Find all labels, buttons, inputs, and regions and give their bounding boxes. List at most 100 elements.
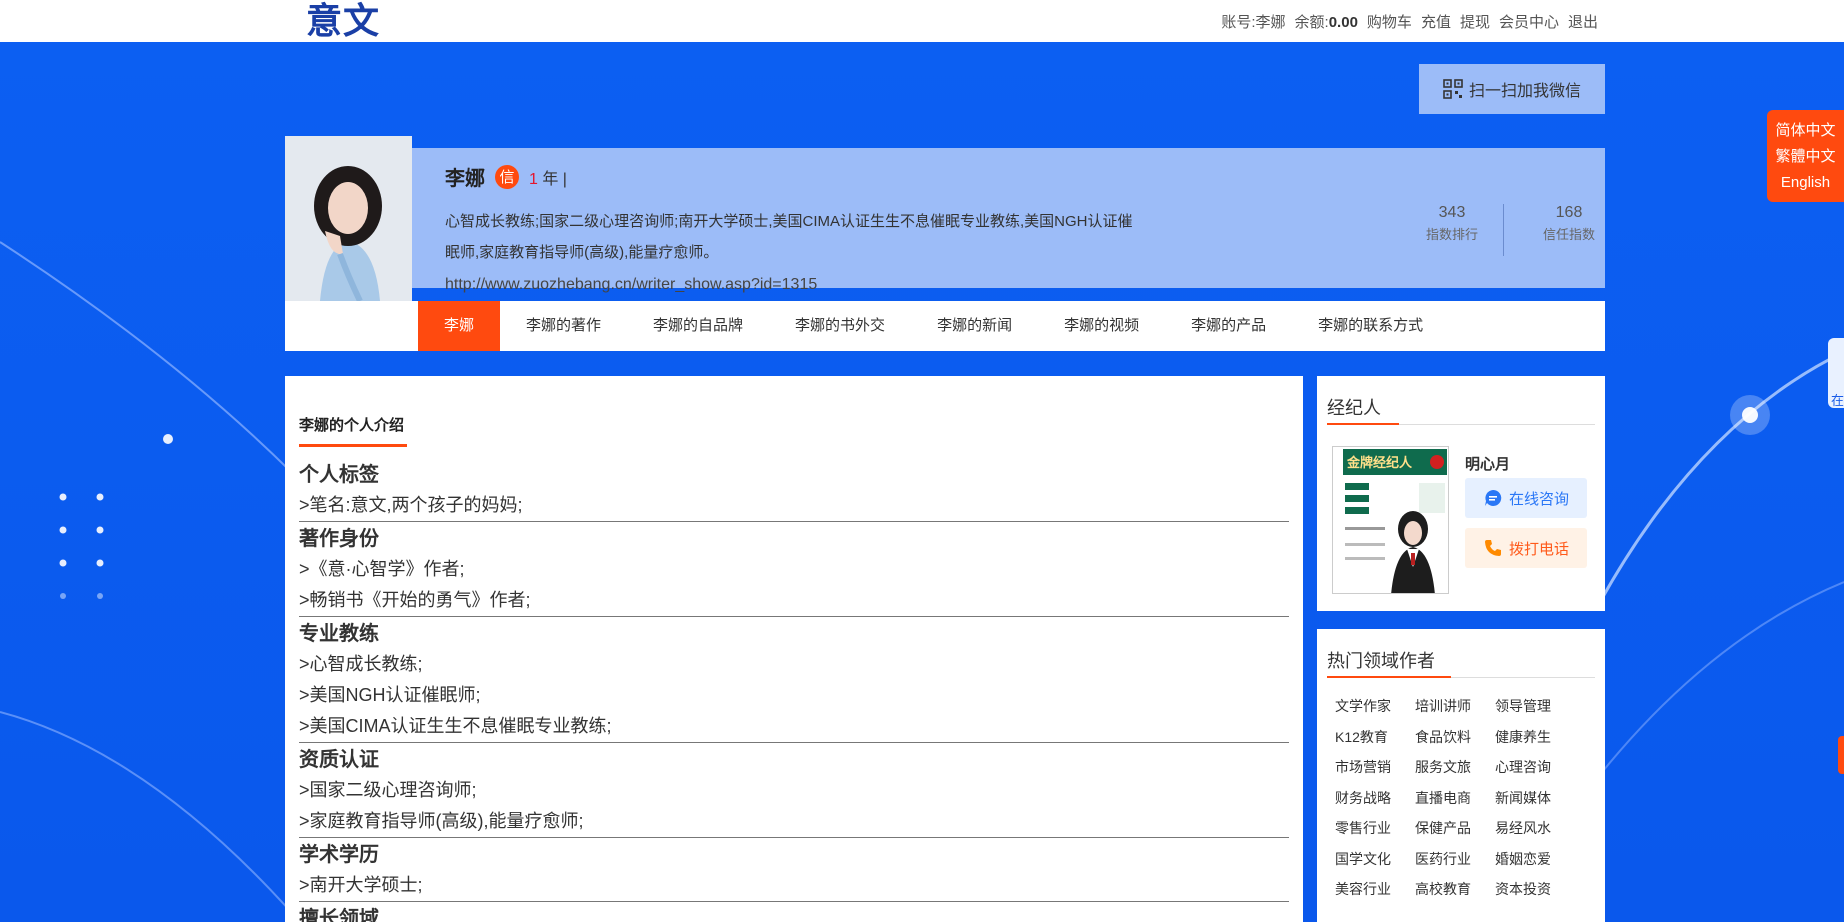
book-title-text: 金牌经纪人	[1346, 455, 1413, 471]
stat-label: 信任指数	[1542, 227, 1595, 242]
field-tag[interactable]: 直播电商	[1415, 783, 1495, 814]
top-header: 意文 账号:李娜 余额:0.00 购物车 充值 提现 会员中心 退出	[0, 0, 1844, 42]
agent-book-cover[interactable]: 金牌经纪人	[1332, 446, 1449, 594]
intro-group: 资质认证 >国家二级心理咨询师; >家庭教育指导师(高级),能量疗愈师;	[299, 745, 1289, 838]
field-tag[interactable]: 美容行业	[1335, 874, 1415, 905]
main-content: 李娜的个人介绍 个人标签 >笔名:意文,两个孩子的妈妈; 著作身份 >《意·心智…	[285, 376, 1303, 922]
trust-badge: 信	[495, 164, 519, 189]
lang-simplified[interactable]: 简体中文	[1767, 118, 1844, 144]
qr-code-icon	[1443, 79, 1463, 99]
member-center-link[interactable]: 会员中心	[1499, 11, 1559, 32]
cart-link[interactable]: 购物车	[1367, 11, 1412, 32]
intro-group: 个人标签 >笔名:意文,两个孩子的妈妈;	[299, 460, 1289, 522]
wechat-scan-button[interactable]: 扫一扫加我微信	[1419, 64, 1605, 114]
agent-card: 经纪人 金牌经纪人 明心月 在线咨询 拨打电话	[1317, 376, 1605, 611]
author-name-row: 李娜 信 1 年 |	[445, 162, 567, 191]
field-tag[interactable]: 高校教育	[1415, 874, 1495, 905]
section-title-underline	[299, 444, 407, 447]
stat-value: 343	[1438, 204, 1466, 221]
stat-label: 指数排行	[1425, 227, 1478, 242]
group-item: >家庭教育指导师(高级),能量疗愈师;	[299, 811, 584, 831]
tab-products[interactable]: 李娜的产品	[1165, 301, 1292, 351]
stat-trust-index: 168 信任指数	[1524, 202, 1614, 246]
phone-icon	[1484, 540, 1501, 556]
account-label: 账号:李娜	[1221, 13, 1286, 31]
consult-label: 在线咨询	[1508, 490, 1569, 508]
intro-group: 学术学历 >南开大学硕士;	[299, 840, 1289, 902]
card-title-underline	[1327, 423, 1399, 425]
intro-group: 专业教练 >心智成长教练; >美国NGH认证催眠师; >美国CIMA认证生生不息…	[299, 619, 1289, 743]
author-profile-url[interactable]: http://www.zuozhebang.cn/writer_show.asp…	[445, 276, 817, 294]
tab-news[interactable]: 李娜的新闻	[911, 301, 1038, 351]
author-name: 李娜	[445, 168, 485, 190]
recharge-link[interactable]: 充值	[1421, 11, 1451, 32]
field-tag[interactable]: 零售行业	[1335, 813, 1415, 844]
field-tag[interactable]: 心理咨询	[1495, 752, 1575, 783]
field-tag[interactable]: 领导管理	[1495, 691, 1575, 722]
author-description: 心智成长教练;国家二级心理咨询师;南开大学硕士,美国CIMA认证生生不息催眠专业…	[445, 213, 1133, 261]
group-heading: 学术学历	[299, 844, 379, 866]
author-portrait	[285, 136, 412, 301]
group-item: >美国CIMA认证生生不息催眠专业教练;	[299, 716, 612, 736]
group-heading: 专业教练	[299, 623, 379, 645]
tab-home[interactable]: 李娜	[418, 301, 501, 351]
field-tag[interactable]: 文学作家	[1335, 691, 1415, 722]
stat-divider	[1503, 204, 1504, 256]
card-title: 热门领域作者	[1327, 651, 1435, 671]
group-item: >国家二级心理咨询师;	[299, 780, 477, 800]
card-title-underline	[1327, 676, 1451, 678]
field-tag[interactable]: 医药行业	[1415, 844, 1495, 875]
lang-traditional[interactable]: 繁體中文	[1767, 144, 1844, 170]
author-avatar	[285, 136, 412, 301]
call-label: 拨打电话	[1508, 540, 1569, 558]
membership-years: 1 年 |	[529, 170, 567, 188]
intro-list: 个人标签 >笔名:意文,两个孩子的妈妈; 著作身份 >《意·心智学》作者; >畅…	[299, 460, 1289, 922]
field-tag[interactable]: 国学文化	[1335, 844, 1415, 875]
field-tag[interactable]: 保健产品	[1415, 813, 1495, 844]
side-float-marker[interactable]	[1838, 736, 1844, 774]
site-logo[interactable]: 意文	[306, 0, 380, 42]
intro-group: 擅长领域	[299, 904, 1289, 922]
group-item: >《意·心智学》作者;	[299, 559, 465, 579]
section-title: 李娜的个人介绍	[299, 417, 405, 434]
hot-authors-card: 热门领域作者 文学作家 培训讲师 领导管理 K12教育 食品饮料 健康养生 市场…	[1317, 629, 1605, 922]
field-tag[interactable]: 市场营销	[1335, 752, 1415, 783]
user-links: 账号:李娜 余额:0.00 购物车 充值 提现 会员中心 退出	[1221, 0, 1598, 42]
balance-value: 0.00	[1328, 13, 1358, 31]
card-title: 经纪人	[1327, 398, 1381, 418]
profile-info-panel: 李娜 信 1 年 | 心智成长教练;国家二级心理咨询师;南开大学硕士,美国CIM…	[412, 148, 1605, 293]
field-tag[interactable]: 财务战略	[1335, 783, 1415, 814]
online-consult-button[interactable]: 在线咨询	[1465, 478, 1587, 518]
account-name[interactable]: 李娜	[1256, 14, 1286, 31]
tab-videos[interactable]: 李娜的视频	[1038, 301, 1165, 351]
language-switcher: 简体中文 繁體中文 English	[1767, 110, 1844, 202]
field-tag[interactable]: K12教育	[1335, 722, 1415, 753]
group-item: >畅销书《开始的勇气》作者;	[299, 590, 531, 610]
profile-header: 李娜 信 1 年 | 心智成长教练;国家二级心理咨询师;南开大学硕士,美国CIM…	[285, 136, 1605, 301]
field-tag[interactable]: 易经风水	[1495, 813, 1575, 844]
tab-book-diplomacy[interactable]: 李娜的书外交	[769, 301, 911, 351]
group-heading: 擅长领域	[299, 908, 379, 922]
lang-english[interactable]: English	[1767, 170, 1844, 196]
profile-nav: 李娜 李娜的著作 李娜的自品牌 李娜的书外交 李娜的新闻 李娜的视频 李娜的产品…	[285, 301, 1605, 351]
tab-works[interactable]: 李娜的著作	[500, 301, 627, 351]
field-tag[interactable]: 培训讲师	[1415, 691, 1495, 722]
tab-brand[interactable]: 李娜的自品牌	[627, 301, 769, 351]
field-tag[interactable]: 新闻媒体	[1495, 783, 1575, 814]
field-tags: 文学作家 培训讲师 领导管理 K12教育 食品饮料 健康养生 市场营销 服务文旅…	[1335, 691, 1595, 905]
field-tag[interactable]: 健康养生	[1495, 722, 1575, 753]
side-float-tab[interactable]: 在	[1828, 338, 1844, 408]
logout-link[interactable]: 退出	[1568, 11, 1598, 32]
group-heading: 个人标签	[299, 464, 379, 486]
withdraw-link[interactable]: 提现	[1460, 11, 1490, 32]
field-tag[interactable]: 婚姻恋爱	[1495, 844, 1575, 875]
field-tag[interactable]: 食品饮料	[1415, 722, 1495, 753]
group-item: >笔名:意文,两个孩子的妈妈;	[299, 495, 523, 515]
call-phone-button[interactable]: 拨打电话	[1465, 528, 1587, 568]
tab-contact[interactable]: 李娜的联系方式	[1292, 301, 1449, 351]
field-tag[interactable]: 服务文旅	[1415, 752, 1495, 783]
group-item: >美国NGH认证催眠师;	[299, 685, 481, 705]
balance: 余额:0.00	[1294, 13, 1358, 31]
field-tag[interactable]: 资本投资	[1495, 874, 1575, 905]
stat-index-rank: 343 指数排行	[1412, 202, 1492, 246]
